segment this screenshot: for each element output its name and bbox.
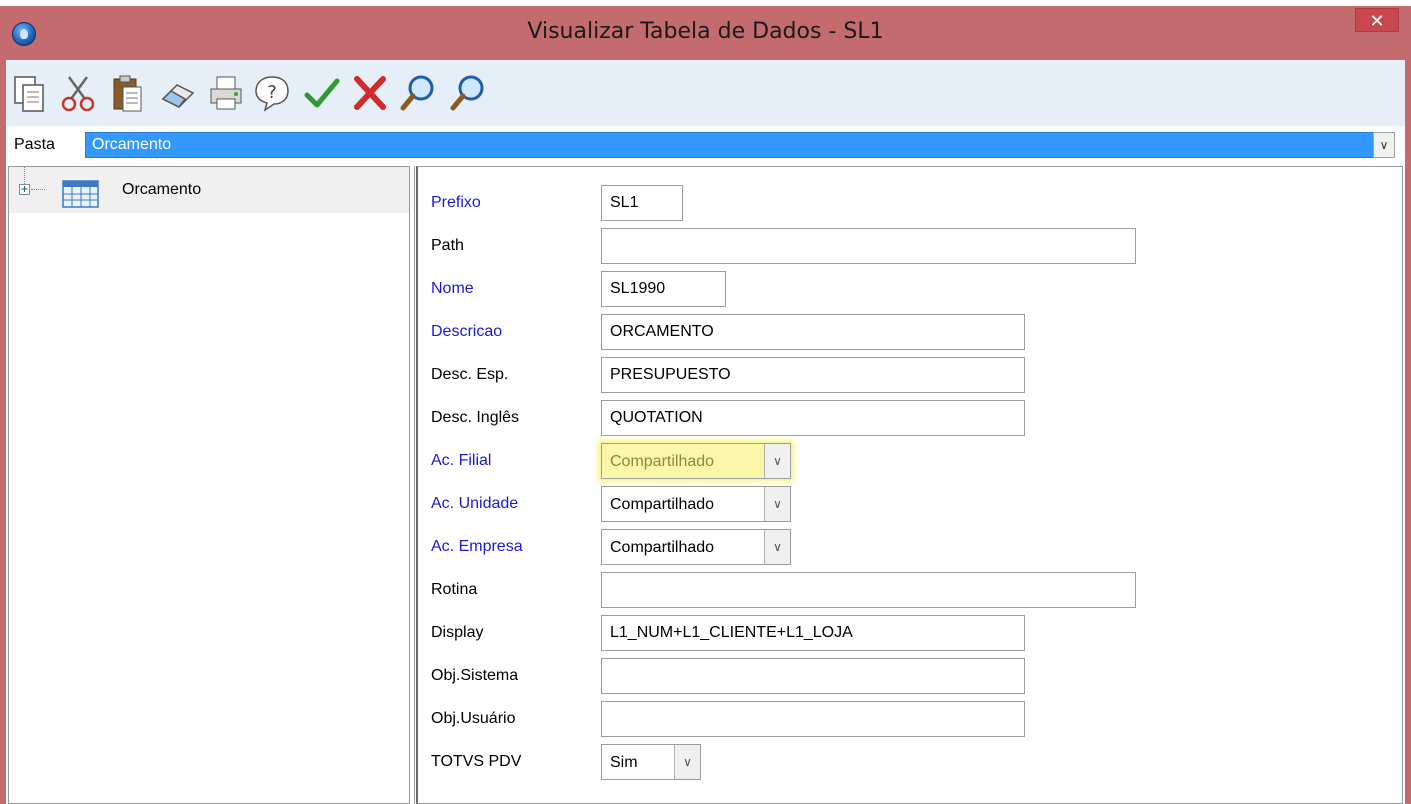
totvs-pdv-value: Sim — [610, 754, 638, 771]
search-next-icon — [450, 75, 484, 111]
cancel-button[interactable] — [350, 70, 390, 116]
search-button[interactable] — [398, 70, 438, 116]
search-icon — [400, 75, 434, 111]
obj-sistema-label: Obj.Sistema — [431, 667, 519, 684]
ac-empresa-select[interactable]: Compartilhado ∨ — [601, 529, 791, 565]
path-field[interactable] — [601, 228, 1136, 264]
desc-esp-label: Desc. Esp. — [431, 366, 509, 383]
ac-unidade-select[interactable]: Compartilhado ∨ — [601, 486, 791, 522]
ac-filial-select[interactable]: Compartilhado ∨ — [601, 443, 791, 479]
dialog-window: Visualizar Tabela de Dados - SL1 ✕ ? Pas… — [0, 6, 1411, 804]
chevron-down-icon[interactable]: ∨ — [1373, 132, 1395, 158]
window-client-area: ? Pasta Orcamento ∨ + Orcamento Prefixo … — [6, 60, 1405, 804]
descricao-label: Descricao — [431, 323, 503, 340]
confirm-button[interactable] — [302, 70, 342, 116]
descricao-field[interactable]: ORCAMENTO — [601, 314, 1025, 350]
totvs-pdv-label: TOTVS PDV — [431, 753, 522, 770]
copy-icon — [14, 76, 44, 112]
svg-text:?: ? — [267, 82, 277, 103]
prefixo-label: Prefixo — [431, 194, 481, 211]
prefixo-field[interactable]: SL1 — [601, 185, 683, 221]
form-panel: Prefixo SL1 Path Nome SL1990 Descricao O… — [416, 166, 1403, 804]
chevron-down-icon[interactable]: ∨ — [764, 444, 790, 478]
paste-button[interactable] — [108, 70, 148, 116]
obj-usuario-label: Obj.Usuário — [431, 710, 516, 727]
ac-empresa-value: Compartilhado — [610, 539, 715, 556]
copy-button[interactable] — [10, 70, 50, 116]
toolbar: ? — [6, 60, 1405, 126]
totvs-pdv-select[interactable]: Sim ∨ — [601, 744, 701, 780]
help-button[interactable]: ? — [252, 70, 292, 116]
window-title: Visualizar Tabela de Dados - SL1 — [527, 19, 884, 44]
tree-line — [24, 167, 25, 184]
cut-icon — [61, 76, 95, 112]
ac-unidade-label: Ac. Unidade — [431, 495, 519, 512]
display-label: Display — [431, 624, 484, 641]
cut-button[interactable] — [58, 70, 98, 116]
obj-sistema-field[interactable] — [601, 658, 1025, 694]
expand-icon[interactable]: + — [19, 184, 30, 195]
confirm-check-icon — [304, 78, 340, 108]
tree-node-orcamento[interactable]: + Orcamento — [9, 167, 409, 213]
desc-ingles-label: Desc. Inglês — [431, 409, 520, 426]
tree-panel: + Orcamento — [8, 166, 410, 804]
pasta-selected-value: Orcamento — [92, 136, 172, 153]
ac-unidade-value: Compartilhado — [610, 496, 715, 513]
print-icon — [210, 76, 242, 110]
panel-splitter[interactable] — [411, 166, 415, 804]
ac-filial-label: Ac. Filial — [431, 452, 492, 469]
ac-empresa-label: Ac. Empresa — [431, 538, 523, 555]
chevron-down-icon[interactable]: ∨ — [764, 530, 790, 564]
nome-field[interactable]: SL1990 — [601, 271, 726, 307]
obj-usuario-field[interactable] — [601, 701, 1025, 737]
desc-esp-field[interactable]: PRESUPUESTO — [601, 357, 1025, 393]
pasta-dropdown[interactable]: Orcamento ∨ — [85, 132, 1395, 158]
close-button[interactable]: ✕ — [1355, 8, 1399, 32]
print-button[interactable] — [206, 70, 246, 116]
ac-filial-value: Compartilhado — [610, 453, 715, 470]
paste-icon — [113, 75, 142, 112]
cancel-x-icon — [354, 76, 386, 110]
eraser-icon — [161, 84, 195, 108]
tree-node-label: Orcamento — [122, 181, 202, 198]
display-field[interactable]: L1_NUM+L1_CLIENTE+L1_LOJA — [601, 615, 1025, 651]
rotina-label: Rotina — [431, 581, 478, 598]
rotina-field[interactable] — [601, 572, 1136, 608]
table-icon — [62, 180, 99, 208]
chevron-down-icon[interactable]: ∨ — [764, 487, 790, 521]
tree-line — [31, 189, 45, 190]
nome-label: Nome — [431, 280, 474, 297]
pasta-row: Pasta Orcamento ∨ — [6, 126, 1405, 162]
pasta-label: Pasta — [14, 136, 55, 153]
path-label: Path — [431, 237, 464, 254]
chevron-down-icon[interactable]: ∨ — [674, 745, 700, 779]
help-icon: ? — [255, 76, 289, 112]
desc-ingles-field[interactable]: QUOTATION — [601, 400, 1025, 436]
title-bar: Visualizar Tabela de Dados - SL1 ✕ — [0, 6, 1411, 60]
search-next-button[interactable] — [448, 70, 488, 116]
erase-button[interactable] — [158, 70, 198, 116]
